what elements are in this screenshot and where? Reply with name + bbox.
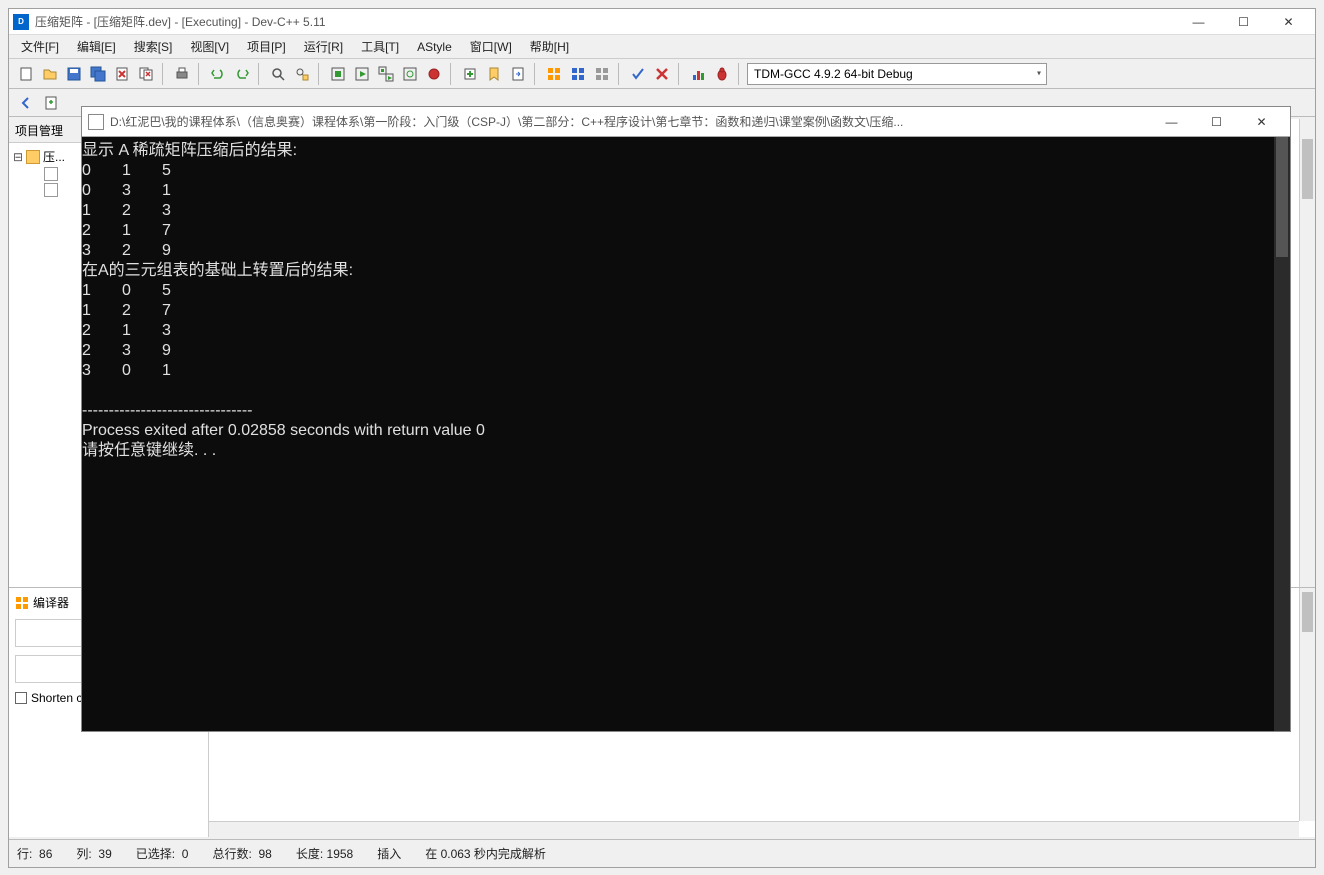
menu-edit[interactable]: 编辑[E] <box>71 36 122 57</box>
status-col: 列: 39 <box>76 845 111 862</box>
maximize-button[interactable]: ☐ <box>1221 9 1266 35</box>
goto-icon[interactable] <box>507 63 529 85</box>
grid2-icon[interactable] <box>567 63 589 85</box>
console-icon <box>88 114 104 130</box>
new-doc-icon[interactable] <box>40 92 62 114</box>
menubar: 文件[F] 编辑[E] 搜索[S] 视图[V] 项目[P] 运行[R] 工具[T… <box>9 35 1315 59</box>
project-root[interactable]: 压... <box>43 148 65 165</box>
grid3-icon[interactable] <box>591 63 613 85</box>
rebuild-icon[interactable] <box>399 63 421 85</box>
menu-window[interactable]: 窗口[W] <box>464 36 518 57</box>
console-output: 显示 A 稀疏矩阵压缩后的结果: 0 1 5 0 3 1 1 2 3 2 1 7… <box>82 141 1290 461</box>
close-button[interactable]: ✕ <box>1266 9 1311 35</box>
menu-help[interactable]: 帮助[H] <box>524 36 575 57</box>
status-total: 总行数: 98 <box>212 845 271 862</box>
back-icon[interactable] <box>15 92 37 114</box>
status-sel: 已选择: 0 <box>136 845 189 862</box>
status-len: 长度: 1958 <box>296 845 353 862</box>
save-icon[interactable] <box>63 63 85 85</box>
save-all-icon[interactable] <box>87 63 109 85</box>
console-minimize[interactable]: — <box>1149 109 1194 135</box>
menu-run[interactable]: 运行[R] <box>298 36 349 57</box>
console-scrollbar[interactable] <box>1274 137 1290 731</box>
app-icon: D <box>13 14 29 30</box>
redo-icon[interactable] <box>231 63 253 85</box>
print-icon[interactable] <box>171 63 193 85</box>
console-titlebar: D:\红泥巴\我的课程体系\（信息奥赛）课程体系\第一阶段：入门级（CSP-J）… <box>82 107 1290 137</box>
statusbar: 行: 86 列: 39 已选择: 0 总行数: 98 长度: 1958 插入 在… <box>9 839 1315 867</box>
compiler-tab-label: 编译器 <box>33 594 69 611</box>
debug-icon[interactable] <box>423 63 445 85</box>
undo-icon[interactable] <box>207 63 229 85</box>
file-icon <box>44 167 58 181</box>
close-file-icon[interactable] <box>111 63 133 85</box>
menu-file[interactable]: 文件[F] <box>15 36 65 57</box>
new-file-icon[interactable] <box>15 63 37 85</box>
console-title: D:\红泥巴\我的课程体系\（信息奥赛）课程体系\第一阶段：入门级（CSP-J）… <box>110 113 1149 130</box>
bookmark-icon[interactable] <box>483 63 505 85</box>
console-body[interactable]: 显示 A 稀疏矩阵压缩后的结果: 0 1 5 0 3 1 1 2 3 2 1 7… <box>82 137 1290 731</box>
menu-search[interactable]: 搜索[S] <box>128 36 179 57</box>
error-icon[interactable] <box>651 63 673 85</box>
grid1-icon[interactable] <box>543 63 565 85</box>
console-maximize[interactable]: ☐ <box>1194 109 1239 135</box>
status-parse: 在 0.063 秒内完成解析 <box>425 845 546 862</box>
window-controls: — ☐ ✕ <box>1176 9 1311 35</box>
profile-icon[interactable] <box>687 63 709 85</box>
compile-icon[interactable] <box>327 63 349 85</box>
menu-tools[interactable]: 工具[T] <box>355 36 405 57</box>
status-row: 行: 86 <box>17 845 52 862</box>
compile-run-icon[interactable] <box>375 63 397 85</box>
grid-icon <box>15 596 29 610</box>
run-icon[interactable] <box>351 63 373 85</box>
find-icon[interactable] <box>267 63 289 85</box>
compiler-combo[interactable]: TDM-GCC 4.9.2 64-bit Debug <box>747 63 1047 85</box>
check-icon[interactable] <box>627 63 649 85</box>
menu-astyle[interactable]: AStyle <box>411 38 458 56</box>
close-all-icon[interactable] <box>135 63 157 85</box>
replace-icon[interactable] <box>291 63 313 85</box>
checkbox-icon <box>15 692 27 704</box>
titlebar: D 压缩矩阵 - [压缩矩阵.dev] - [Executing] - Dev-… <box>9 9 1315 35</box>
insert-icon[interactable] <box>459 63 481 85</box>
open-file-icon[interactable] <box>39 63 61 85</box>
bug-icon[interactable] <box>711 63 733 85</box>
menu-view[interactable]: 视图[V] <box>184 36 235 57</box>
project-icon <box>26 150 40 164</box>
log-scroll-h[interactable] <box>209 821 1299 837</box>
compiler-combo-text: TDM-GCC 4.9.2 64-bit Debug <box>754 67 913 81</box>
menu-project[interactable]: 项目[P] <box>241 36 292 57</box>
file-icon <box>44 183 58 197</box>
status-mode: 插入 <box>377 845 401 862</box>
console-close[interactable]: ✕ <box>1239 109 1284 135</box>
console-window: D:\红泥巴\我的课程体系\（信息奥赛）课程体系\第一阶段：入门级（CSP-J）… <box>81 106 1291 732</box>
toolbar: TDM-GCC 4.9.2 64-bit Debug <box>9 59 1315 89</box>
window-title: 压缩矩阵 - [压缩矩阵.dev] - [Executing] - Dev-C+… <box>35 13 1176 30</box>
log-scroll-v[interactable] <box>1299 588 1315 821</box>
minimize-button[interactable]: — <box>1176 9 1221 35</box>
